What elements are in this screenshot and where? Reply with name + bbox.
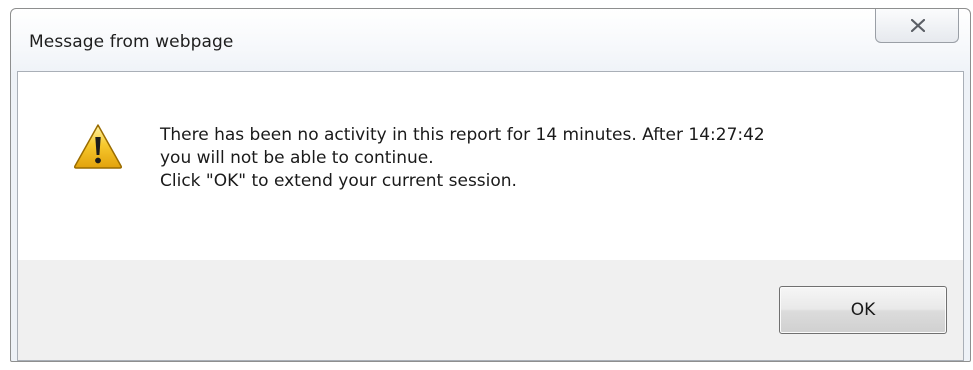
message-line-3: Click "OK" to extend your current sessio… [160, 171, 517, 191]
message-dialog: Message from webpage There has been no a… [10, 8, 971, 362]
message-text: There has been no activity in this repor… [160, 124, 920, 193]
close-icon [911, 19, 925, 32]
dialog-title: Message from webpage [29, 32, 234, 52]
message-line-2: you will not be able to continue. [160, 148, 434, 168]
close-button[interactable] [875, 9, 959, 43]
button-bar: OK [18, 260, 963, 360]
ok-button[interactable]: OK [779, 286, 947, 334]
dialog-body: There has been no activity in this repor… [17, 71, 964, 361]
warning-icon [73, 124, 123, 169]
message-area: There has been no activity in this repor… [18, 72, 963, 260]
message-line-1: There has been no activity in this repor… [160, 125, 765, 145]
